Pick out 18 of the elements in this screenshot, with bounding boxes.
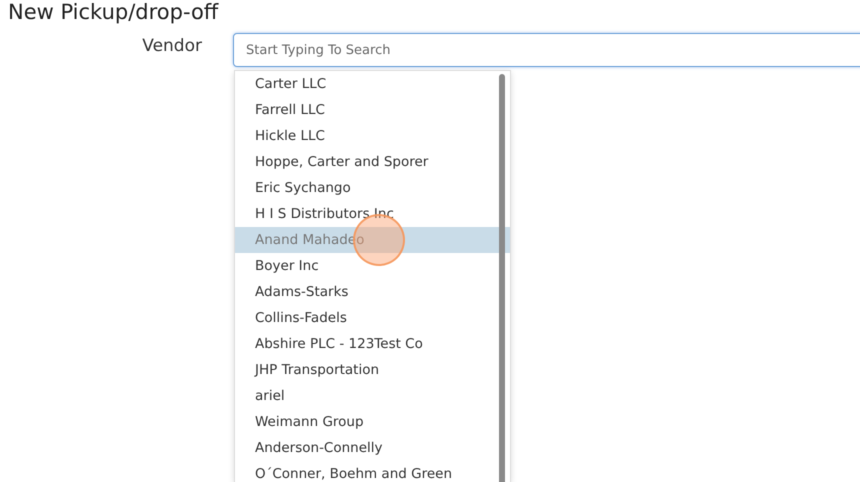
vendor-option[interactable]: Farrell LLC	[235, 97, 510, 123]
vendor-option[interactable]: Adams-Starks	[235, 279, 510, 305]
vendor-option[interactable]: O´Conner, Boehm and Green	[235, 461, 510, 482]
vendor-label: Vendor	[141, 35, 202, 58]
vendor-option[interactable]: Eric Sychango	[235, 175, 510, 201]
vendor-option[interactable]: Weimann Group	[235, 409, 510, 435]
vendor-option[interactable]: JHP Transportation	[235, 357, 510, 383]
vendor-option[interactable]: Hoppe, Carter and Sporer	[235, 149, 510, 175]
vendor-option[interactable]: Collins-Fadels	[235, 305, 510, 331]
vendor-option[interactable]: Carter LLC	[235, 71, 510, 97]
vendor-option[interactable]: Anderson-Connelly	[235, 435, 510, 461]
scrollbar-thumb[interactable]	[499, 74, 505, 482]
page-title: New Pickup/drop-off	[7, 0, 220, 24]
vendor-search-field[interactable]: Start Typing To Search	[233, 33, 860, 67]
vendor-option[interactable]: Hickle LLC	[235, 123, 510, 149]
vendor-option[interactable]: Boyer Inc	[235, 253, 510, 279]
vendor-option[interactable]: ariel	[235, 383, 510, 409]
vendor-option[interactable]: Abshire PLC - 123Test Co	[235, 331, 510, 357]
